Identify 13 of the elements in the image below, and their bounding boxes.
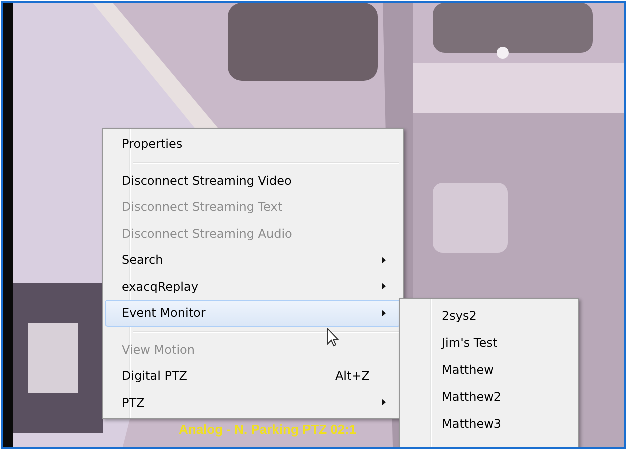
menu-item[interactable]: Matthew2: [402, 384, 576, 411]
menu-item[interactable]: Matthew: [402, 357, 576, 384]
menu-item[interactable]: Matthew3: [402, 411, 576, 438]
menu-item[interactable]: Event Monitor: [105, 300, 401, 326]
menu-item[interactable]: PTZ: [105, 390, 401, 416]
menu-item[interactable]: Properties: [105, 131, 401, 158]
menu-item[interactable]: 2sys2: [402, 303, 576, 330]
menu-item[interactable]: exacqReplay: [105, 274, 401, 300]
menu-item[interactable]: Digital PTZ Alt+Z: [105, 363, 401, 390]
camera-caption: Analog - N. Parking PTZ 02:1: [179, 422, 357, 437]
menu-item[interactable]: Disconnect Streaming Video: [105, 168, 401, 194]
menu-item[interactable]: Search: [105, 247, 401, 274]
menu-item[interactable]: Jim's Test: [402, 330, 576, 357]
